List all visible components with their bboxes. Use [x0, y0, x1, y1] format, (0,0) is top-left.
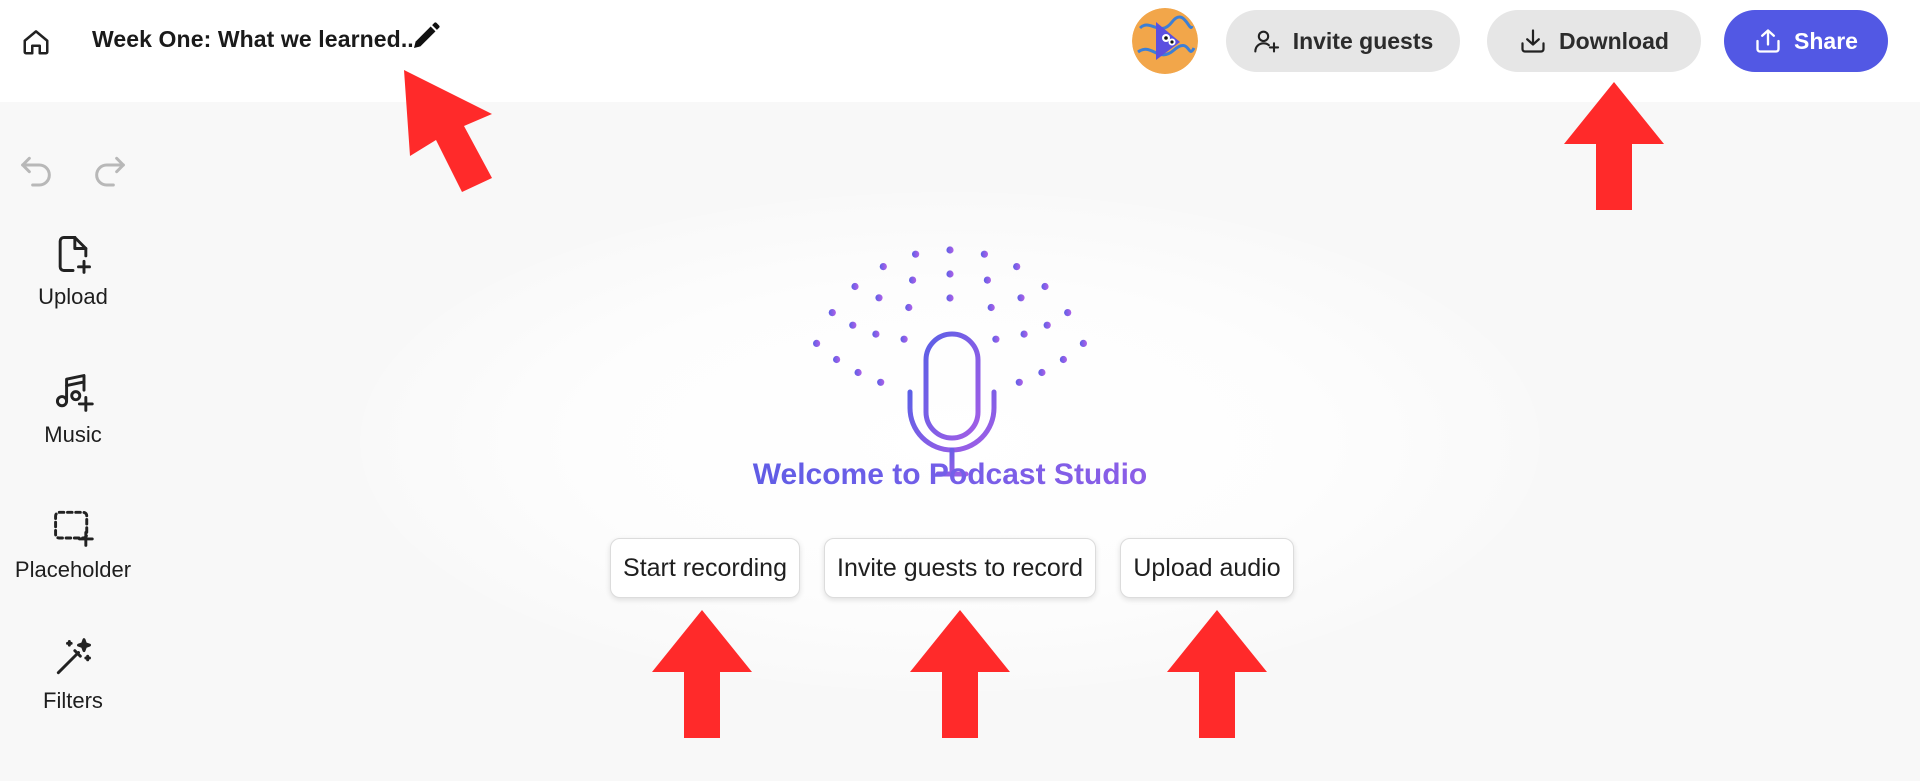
add-user-icon — [1253, 30, 1279, 53]
dot-mark — [1017, 294, 1025, 302]
dot-mark — [909, 276, 917, 284]
dot-mark — [1043, 321, 1051, 329]
dot-mark — [946, 246, 954, 254]
sidebar-item-upload[interactable]: Upload — [0, 232, 146, 310]
dot-mark — [849, 321, 857, 329]
dot-mark — [1015, 378, 1023, 386]
invite-guests-button[interactable]: Invite guests — [1226, 10, 1460, 72]
upload-audio-button[interactable]: Upload audio — [1120, 538, 1294, 598]
dot-mark — [983, 276, 991, 284]
dot-mark — [905, 303, 913, 312]
start-recording-button[interactable]: Start recording — [610, 538, 800, 598]
dot-mark — [1020, 330, 1028, 338]
dot-mark — [1064, 309, 1072, 317]
dot-mark — [872, 330, 880, 338]
sidebar-item-placeholder[interactable]: Placeholder — [0, 505, 146, 583]
top-bar: Week One: What we learned... Invite gues… — [0, 0, 1920, 102]
download-button[interactable]: Download — [1487, 10, 1701, 72]
share-label: Share — [1794, 27, 1858, 54]
home-icon — [23, 30, 49, 55]
redo-button[interactable] — [90, 150, 130, 190]
dot-mark — [854, 368, 862, 377]
pencil-icon[interactable] — [410, 20, 442, 52]
sidebar-item-label: Placeholder — [14, 557, 132, 582]
file-add-icon — [58, 236, 91, 274]
download-icon — [1521, 29, 1545, 53]
dot-mark — [813, 339, 821, 347]
dot-mark — [828, 309, 836, 317]
dot-mark — [1079, 339, 1087, 347]
redo-icon — [95, 156, 125, 187]
undo-button[interactable] — [16, 150, 56, 190]
share-button[interactable]: Share — [1724, 10, 1888, 72]
sidebar-item-label: Filters — [43, 688, 103, 713]
dot-mark — [851, 282, 859, 291]
dot-mark — [1013, 263, 1021, 271]
placeholder-add-icon — [54, 510, 94, 547]
dot-mark — [1041, 282, 1049, 291]
document-title[interactable]: Week One: What we learned... — [92, 26, 420, 53]
workspace: Upload Music Placeholder Filters Welcome… — [0, 102, 1920, 781]
sidebar-item-label: Music — [44, 422, 102, 447]
dot-mark — [877, 378, 885, 386]
dot-mark — [879, 263, 887, 271]
dot-mark — [833, 355, 841, 364]
sidebar-item-label: Upload — [38, 284, 108, 309]
welcome-title: Welcome to Podcast Studio — [560, 458, 1340, 492]
music-add-icon — [55, 374, 94, 412]
magic-wand-icon — [56, 638, 91, 675]
dot-mark — [980, 250, 988, 258]
home-button[interactable] — [18, 24, 54, 60]
dot-mark — [987, 303, 995, 312]
dot-mark — [1038, 368, 1046, 377]
dot-mark — [900, 335, 908, 343]
dot-mark — [946, 294, 954, 302]
sidebar-item-filters[interactable]: Filters — [0, 636, 146, 714]
share-icon — [1756, 29, 1780, 53]
download-label: Download — [1559, 27, 1669, 54]
avatar[interactable] — [1132, 8, 1198, 74]
invite-guests-to-record-button[interactable]: Invite guests to record — [824, 538, 1096, 598]
dot-mark — [875, 294, 883, 302]
dot-mark — [946, 270, 954, 278]
dot-mark — [912, 250, 920, 258]
sidebar-item-music[interactable]: Music — [0, 370, 146, 448]
invite-guests-label: Invite guests — [1292, 27, 1434, 54]
undo-icon — [21, 156, 51, 187]
dot-mark — [992, 335, 1000, 343]
dot-mark — [1059, 355, 1067, 364]
